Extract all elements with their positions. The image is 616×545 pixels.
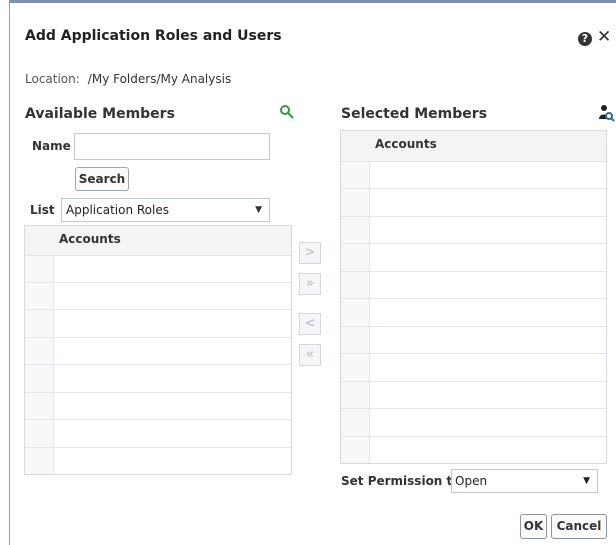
table-row[interactable]	[341, 354, 606, 382]
table-row[interactable]	[341, 327, 606, 354]
table-row[interactable]	[341, 162, 606, 189]
table-row[interactable]	[341, 409, 606, 437]
close-icon[interactable]: ✕	[597, 29, 611, 46]
table-row[interactable]	[341, 382, 606, 409]
selected-accounts-table: Accounts	[340, 130, 607, 464]
remove-all-button[interactable]: «	[299, 344, 321, 366]
chevron-down-icon: ▼	[583, 476, 590, 486]
table-row[interactable]	[25, 365, 291, 393]
table-row[interactable]	[25, 310, 291, 338]
dialog-title: Add Application Roles and Users	[25, 28, 282, 44]
location-value: /My Folders/My Analysis	[87, 72, 232, 86]
list-select[interactable]: Application Roles ▼	[61, 198, 270, 222]
table-row[interactable]	[341, 189, 606, 217]
table-row[interactable]	[341, 437, 606, 463]
table-row[interactable]	[25, 420, 291, 448]
table-row[interactable]	[341, 299, 606, 327]
search-icon[interactable]	[279, 104, 295, 120]
permission-label: Set Permission to	[341, 474, 461, 488]
table-header: Accounts	[341, 131, 606, 162]
list-select-value: Application Roles	[66, 203, 169, 217]
table-row[interactable]	[25, 283, 291, 310]
table-row[interactable]	[25, 256, 291, 283]
table-row[interactable]	[341, 217, 606, 244]
accounts-header: Accounts	[375, 137, 437, 151]
add-roles-dialog: Add Application Roles and Users ? ✕ Loca…	[9, 0, 616, 545]
permission-select-value: Open	[455, 474, 488, 488]
help-icon[interactable]: ?	[578, 32, 592, 46]
selected-members-title: Selected Members	[341, 106, 488, 122]
location-label: Location:	[25, 72, 80, 86]
table-row[interactable]	[25, 448, 291, 474]
ok-button[interactable]: OK	[520, 514, 547, 539]
name-label: Name	[32, 139, 71, 153]
permission-select[interactable]: Open ▼	[451, 469, 598, 493]
user-search-icon[interactable]	[597, 104, 615, 122]
available-members-title: Available Members	[25, 106, 175, 122]
chevron-down-icon: ▼	[255, 205, 262, 215]
table-row[interactable]	[341, 272, 606, 299]
accounts-header: Accounts	[59, 232, 121, 246]
name-input[interactable]	[74, 133, 270, 160]
table-row[interactable]	[341, 244, 606, 272]
table-row[interactable]	[25, 338, 291, 365]
move-all-button[interactable]: »	[299, 273, 321, 295]
list-label: List	[30, 203, 55, 217]
remove-selected-button[interactable]: <	[299, 313, 321, 335]
table-row[interactable]	[25, 393, 291, 420]
location-text: Location: /My Folders/My Analysis	[25, 72, 231, 86]
search-button[interactable]: Search	[75, 167, 129, 191]
move-selected-button[interactable]: >	[299, 242, 321, 264]
table-header: Accounts	[25, 226, 291, 256]
available-accounts-table: Accounts	[24, 225, 292, 475]
cancel-button[interactable]: Cancel	[551, 514, 607, 539]
